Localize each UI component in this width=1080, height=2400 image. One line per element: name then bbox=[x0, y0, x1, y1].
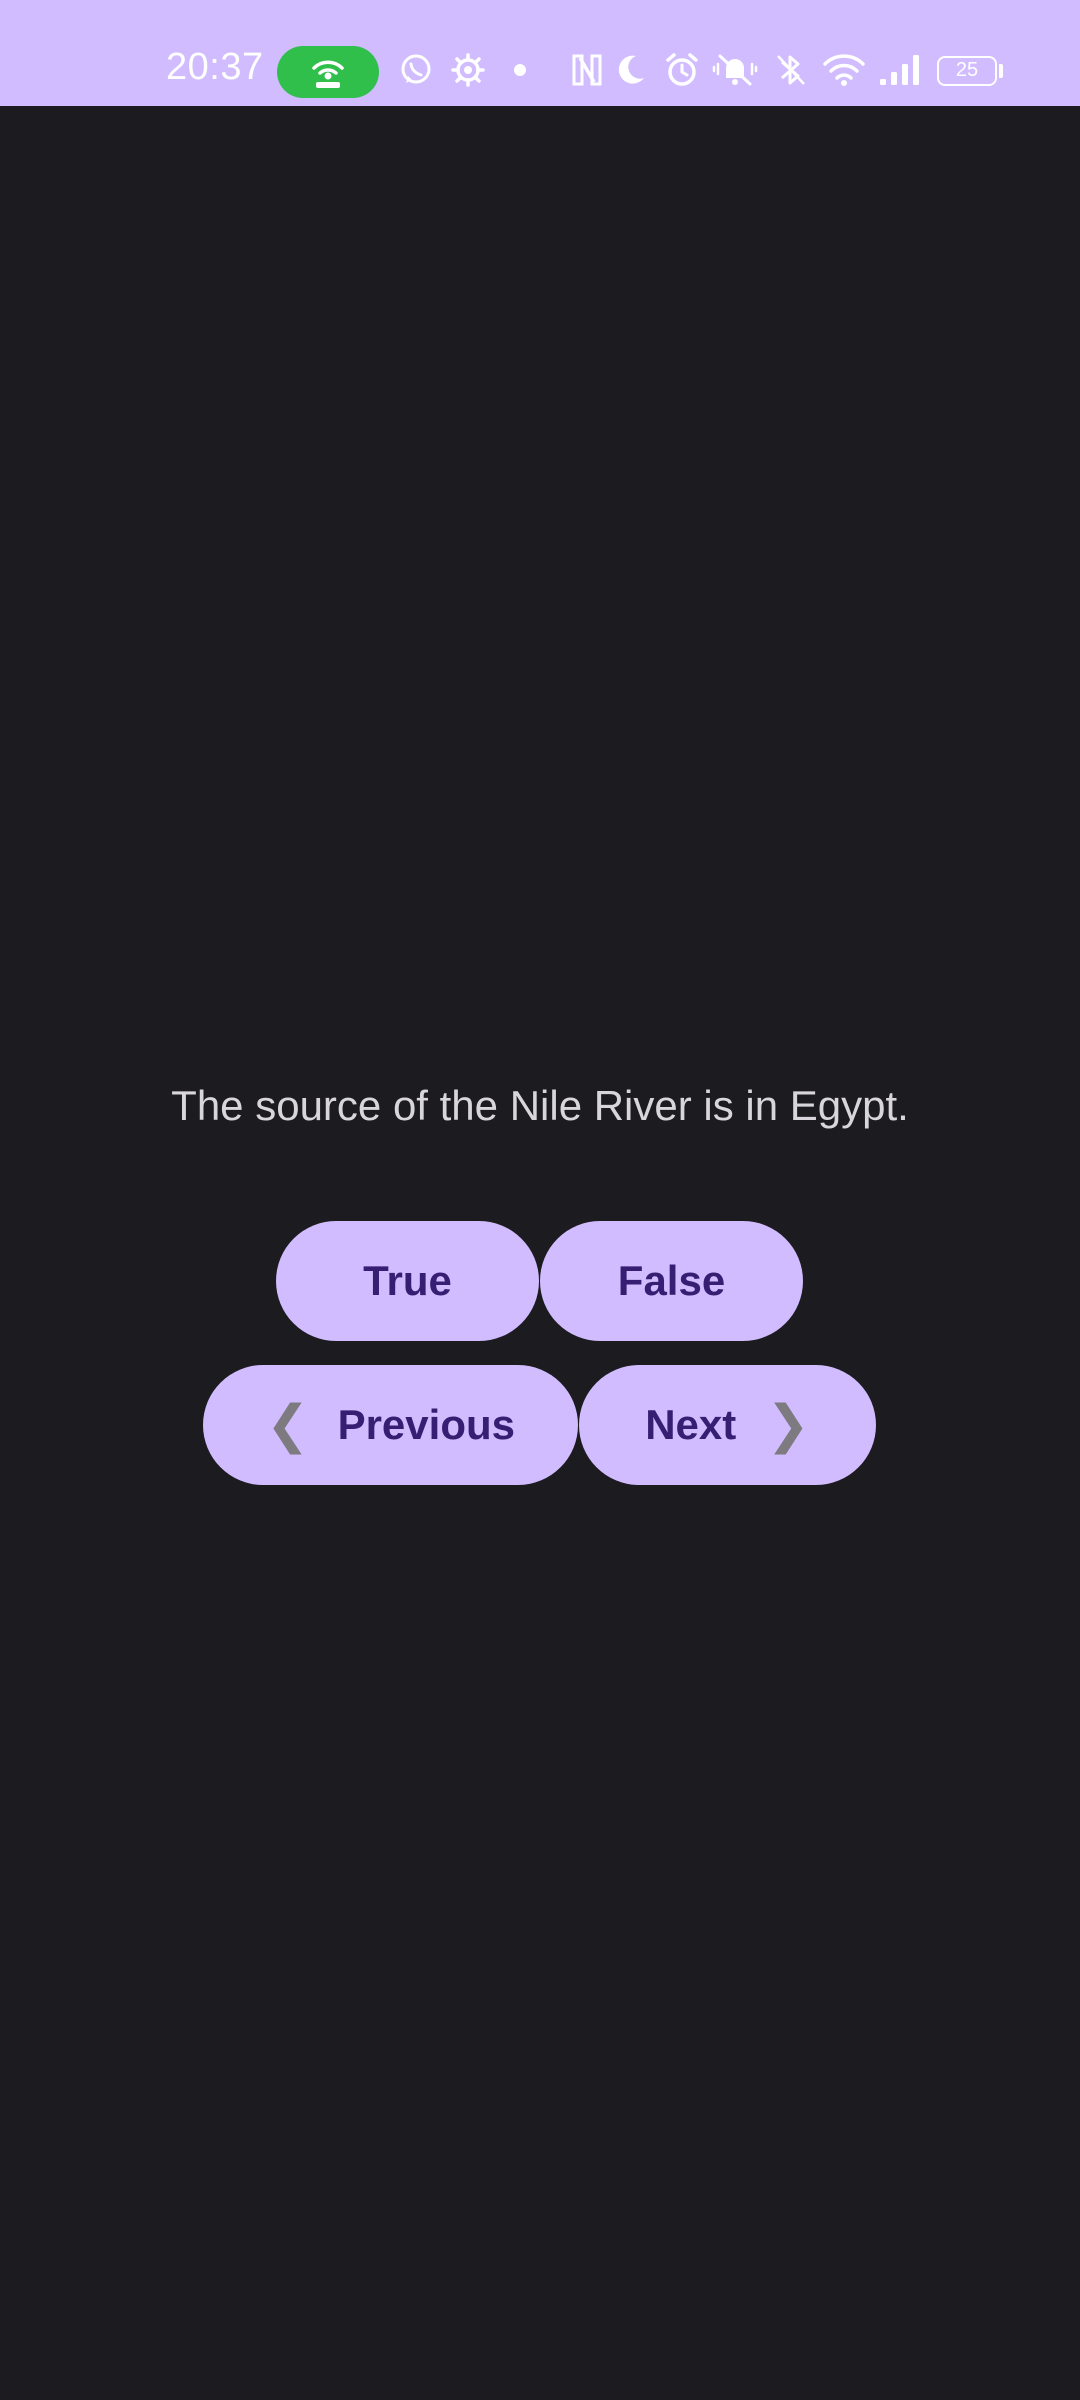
hotspot-indicator[interactable] bbox=[277, 46, 379, 98]
nfc-icon bbox=[572, 54, 602, 86]
previous-button-label: Previous bbox=[337, 1401, 515, 1448]
false-button[interactable]: False bbox=[540, 1221, 803, 1341]
alarm-icon bbox=[666, 53, 698, 86]
battery-level: 25 bbox=[955, 59, 979, 81]
hotspot-icon bbox=[312, 60, 344, 88]
whatsapp-icon bbox=[401, 54, 431, 84]
dot-icon bbox=[514, 64, 526, 76]
vibrate-off-icon bbox=[712, 54, 758, 86]
status-bar: 20:37 25 bbox=[0, 0, 1080, 106]
battery-tip bbox=[999, 64, 1003, 78]
chevron-left-icon: ❮ bbox=[266, 1396, 310, 1454]
chevron-right-icon: ❯ bbox=[766, 1396, 810, 1454]
moon-icon bbox=[618, 55, 644, 84]
battery-icon: 25 bbox=[937, 56, 997, 86]
bluetooth-icon bbox=[777, 55, 805, 85]
status-time: 20:37 bbox=[166, 46, 264, 88]
settings-gear-icon bbox=[451, 53, 485, 87]
wifi-icon bbox=[823, 54, 865, 86]
next-button[interactable]: Next ❯ bbox=[579, 1365, 876, 1485]
signal-icon bbox=[880, 55, 919, 85]
true-button[interactable]: True bbox=[276, 1221, 539, 1341]
true-button-label: True bbox=[363, 1257, 452, 1304]
question-text: The source of the Nile River is in Egypt… bbox=[171, 1082, 909, 1129]
previous-button[interactable]: ❮ Previous bbox=[203, 1365, 578, 1485]
false-button-label: False bbox=[617, 1257, 726, 1304]
next-button-label: Next bbox=[645, 1401, 737, 1448]
